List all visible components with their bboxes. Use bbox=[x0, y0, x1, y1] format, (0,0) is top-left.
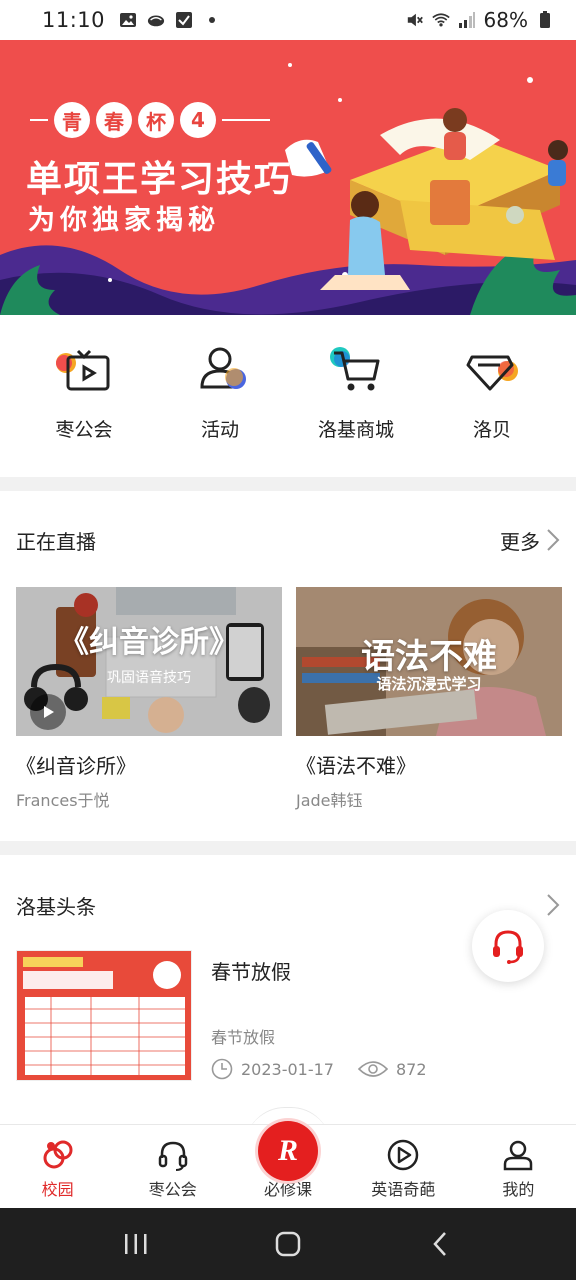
quick-item-activity[interactable]: 活动 bbox=[152, 315, 288, 477]
banner-tag: 青 春 杯 4 bbox=[30, 102, 270, 138]
chevron-right-icon bbox=[547, 529, 560, 551]
live-section-title: 正在直播 bbox=[16, 529, 96, 554]
mute-icon bbox=[406, 11, 424, 29]
gallery-icon bbox=[119, 11, 137, 29]
banner-tag-line bbox=[222, 119, 270, 121]
live-card[interactable]: 《纠音诊所》 巩固语音技巧 《纠音诊所》 Frances于悦 bbox=[16, 587, 282, 811]
news-views: 872 bbox=[357, 1059, 427, 1079]
tab-mine[interactable]: 我的 bbox=[461, 1125, 576, 1208]
people-icon bbox=[188, 343, 252, 399]
more-button[interactable]: 更多 bbox=[500, 526, 560, 555]
live-thumbnail: 语法不难 语法沉浸式学习 bbox=[296, 587, 562, 736]
live-card[interactable]: 语法不难 语法沉浸式学习 《语法不难》 Jade韩钰 bbox=[296, 587, 562, 811]
promo-banner[interactable]: 青 春 杯 4 单项王学习技巧 为你独家揭秘 bbox=[0, 40, 576, 315]
recent-apps-button[interactable] bbox=[106, 1224, 166, 1264]
weather-icon bbox=[147, 11, 165, 29]
status-time: 11:10 bbox=[42, 8, 106, 32]
back-icon bbox=[433, 1232, 446, 1256]
banner-tag-char: 杯 bbox=[138, 102, 174, 138]
quick-item-mall[interactable]: 洛基商城 bbox=[288, 315, 424, 477]
tab-campus[interactable]: 校园 bbox=[0, 1125, 115, 1208]
status-right: 68% bbox=[406, 8, 554, 32]
news-date: 2023-01-17 bbox=[211, 1058, 334, 1080]
thumbnail-subtitle: 巩固语音技巧 bbox=[107, 670, 191, 686]
live-thumbnail: 《纠音诊所》 巩固语音技巧 bbox=[16, 587, 282, 736]
news-title[interactable]: 春节放假 bbox=[211, 956, 291, 985]
news-summary: 春节放假 bbox=[211, 1028, 276, 1047]
live-card-title: 《语法不难》 bbox=[296, 754, 416, 778]
home-button[interactable] bbox=[258, 1224, 318, 1264]
headline-more-button[interactable] bbox=[546, 893, 560, 917]
play-icon[interactable] bbox=[30, 694, 66, 730]
recent-apps-icon bbox=[125, 1234, 147, 1254]
cart-icon bbox=[324, 343, 388, 399]
headline-section-header[interactable]: 洛基头条 bbox=[16, 885, 560, 925]
thumbnail-subtitle: 语法沉浸式学习 bbox=[376, 675, 482, 693]
status-left: 11:10 bbox=[42, 8, 221, 32]
banner-tag-char: 春 bbox=[96, 102, 132, 138]
quick-item-label: 洛贝 bbox=[472, 419, 511, 441]
screen: { "status_bar": { "time": "11:10", "batt… bbox=[0, 0, 576, 1280]
chevron-right-icon bbox=[547, 894, 560, 916]
quick-item-zaogonghui[interactable]: 枣公会 bbox=[16, 315, 152, 477]
play-circle-icon bbox=[387, 1139, 419, 1171]
signal-icon bbox=[458, 11, 476, 29]
tab-label: 校园 bbox=[41, 1180, 74, 1199]
banner-tag-char: 青 bbox=[54, 102, 90, 138]
live-card-host: Frances于悦 bbox=[16, 791, 110, 810]
news-meta: 2023-01-17 872 bbox=[211, 1058, 427, 1080]
thumbnail-title: 《纠音诊所》 bbox=[59, 625, 239, 660]
live-card-title: 《纠音诊所》 bbox=[16, 754, 136, 778]
clock-icon bbox=[211, 1058, 233, 1080]
home-icon bbox=[275, 1231, 301, 1257]
diamond-icon bbox=[460, 343, 524, 399]
customer-service-button[interactable] bbox=[472, 910, 544, 982]
thumbnail-title: 语法不难 bbox=[361, 637, 497, 677]
headphones-icon bbox=[158, 1141, 188, 1171]
live-section-header: 正在直播 更多 bbox=[16, 520, 560, 560]
checkbox-icon bbox=[175, 11, 193, 29]
schedule-poster bbox=[17, 951, 191, 1080]
headset-icon bbox=[493, 930, 523, 964]
banner-subtitle: 为你独家揭秘 bbox=[28, 205, 220, 236]
wifi-icon bbox=[431, 11, 450, 29]
more-label: 更多 bbox=[500, 529, 540, 554]
news-thumbnail[interactable] bbox=[16, 950, 192, 1081]
quick-item-label: 枣公会 bbox=[55, 419, 113, 441]
tab-label: 枣公会 bbox=[148, 1180, 197, 1199]
live-card-host: Jade韩钰 bbox=[296, 791, 363, 810]
campus-icon bbox=[43, 1140, 73, 1169]
tab-zaogonghui[interactable]: 枣公会 bbox=[115, 1125, 230, 1208]
banner-tag-line bbox=[30, 119, 48, 121]
user-icon bbox=[504, 1140, 533, 1171]
eye-icon bbox=[357, 1061, 388, 1077]
section-divider bbox=[0, 477, 576, 491]
headline-section-title: 洛基头条 bbox=[16, 894, 96, 919]
quick-item-label: 洛基商城 bbox=[317, 419, 394, 441]
system-nav-bar bbox=[0, 1208, 576, 1280]
back-button[interactable] bbox=[410, 1224, 470, 1264]
battery-percent: 68% bbox=[483, 8, 528, 32]
dot-icon bbox=[203, 11, 221, 29]
required-course-button[interactable]: R bbox=[258, 1121, 318, 1181]
quick-item-luobei[interactable]: 洛贝 bbox=[424, 315, 560, 477]
tab-english[interactable]: 英语奇葩 bbox=[346, 1125, 461, 1208]
status-bar: 11:10 68% bbox=[0, 0, 576, 40]
banner-title: 单项王学习技巧 bbox=[26, 159, 293, 200]
quick-item-label: 活动 bbox=[200, 419, 239, 441]
quick-menu: 枣公会 活动 洛基商城 洛贝 bbox=[0, 315, 576, 477]
banner-tag-char: 4 bbox=[180, 102, 216, 138]
tab-label: 英语奇葩 bbox=[371, 1180, 436, 1199]
r-logo-icon: R bbox=[277, 1134, 298, 1167]
news-views-text: 872 bbox=[395, 1059, 427, 1079]
battery-icon bbox=[536, 11, 554, 29]
tv-icon bbox=[52, 343, 116, 399]
news-date-text: 2023-01-17 bbox=[241, 1059, 334, 1079]
tab-label: 我的 bbox=[502, 1180, 535, 1199]
section-divider bbox=[0, 841, 576, 855]
